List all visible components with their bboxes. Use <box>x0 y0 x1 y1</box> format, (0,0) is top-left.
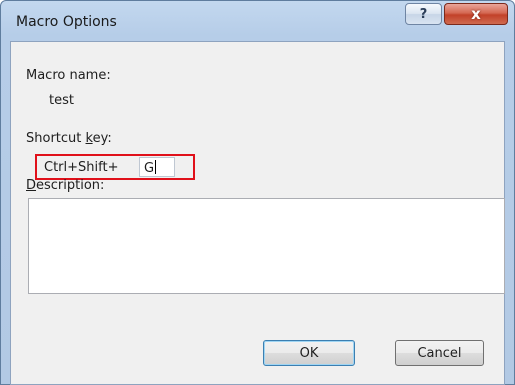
shortcut-prefix: Ctrl+Shift+ <box>44 160 119 175</box>
description-label-access-key: D <box>26 178 37 193</box>
shortcut-label-access-key: k <box>85 131 93 146</box>
shortcut-key-label: Shortcut key: <box>26 131 112 146</box>
close-icon: x <box>471 5 481 23</box>
dialog-body: Macro name: test Shortcut key: Ctrl+Shif… <box>10 41 505 385</box>
macro-options-dialog: Macro Options ? x Macro name: test Short… <box>0 0 515 385</box>
help-icon: ? <box>419 6 428 22</box>
shortcut-label-part: Shortcut <box>26 131 86 146</box>
text-caret <box>155 160 157 174</box>
description-textarea[interactable] <box>28 198 505 294</box>
description-label: Description: <box>26 178 104 193</box>
shortcut-key-highlight: Ctrl+Shift+ G <box>35 154 195 180</box>
help-button[interactable]: ? <box>405 3 442 25</box>
macro-name-label: Macro name: <box>26 68 111 83</box>
description-label-rest: escription: <box>36 178 105 193</box>
title-bar[interactable]: Macro Options ? x <box>1 1 514 41</box>
ok-button[interactable]: OK <box>263 340 355 366</box>
macro-name-value: test <box>49 93 74 108</box>
cancel-button[interactable]: Cancel <box>395 340 484 366</box>
close-button[interactable]: x <box>444 3 508 25</box>
shortcut-key-value: G <box>144 161 155 176</box>
dialog-title: Macro Options <box>16 14 117 30</box>
shortcut-key-input[interactable]: G <box>139 157 175 177</box>
shortcut-label-part-end: ey: <box>92 131 112 146</box>
